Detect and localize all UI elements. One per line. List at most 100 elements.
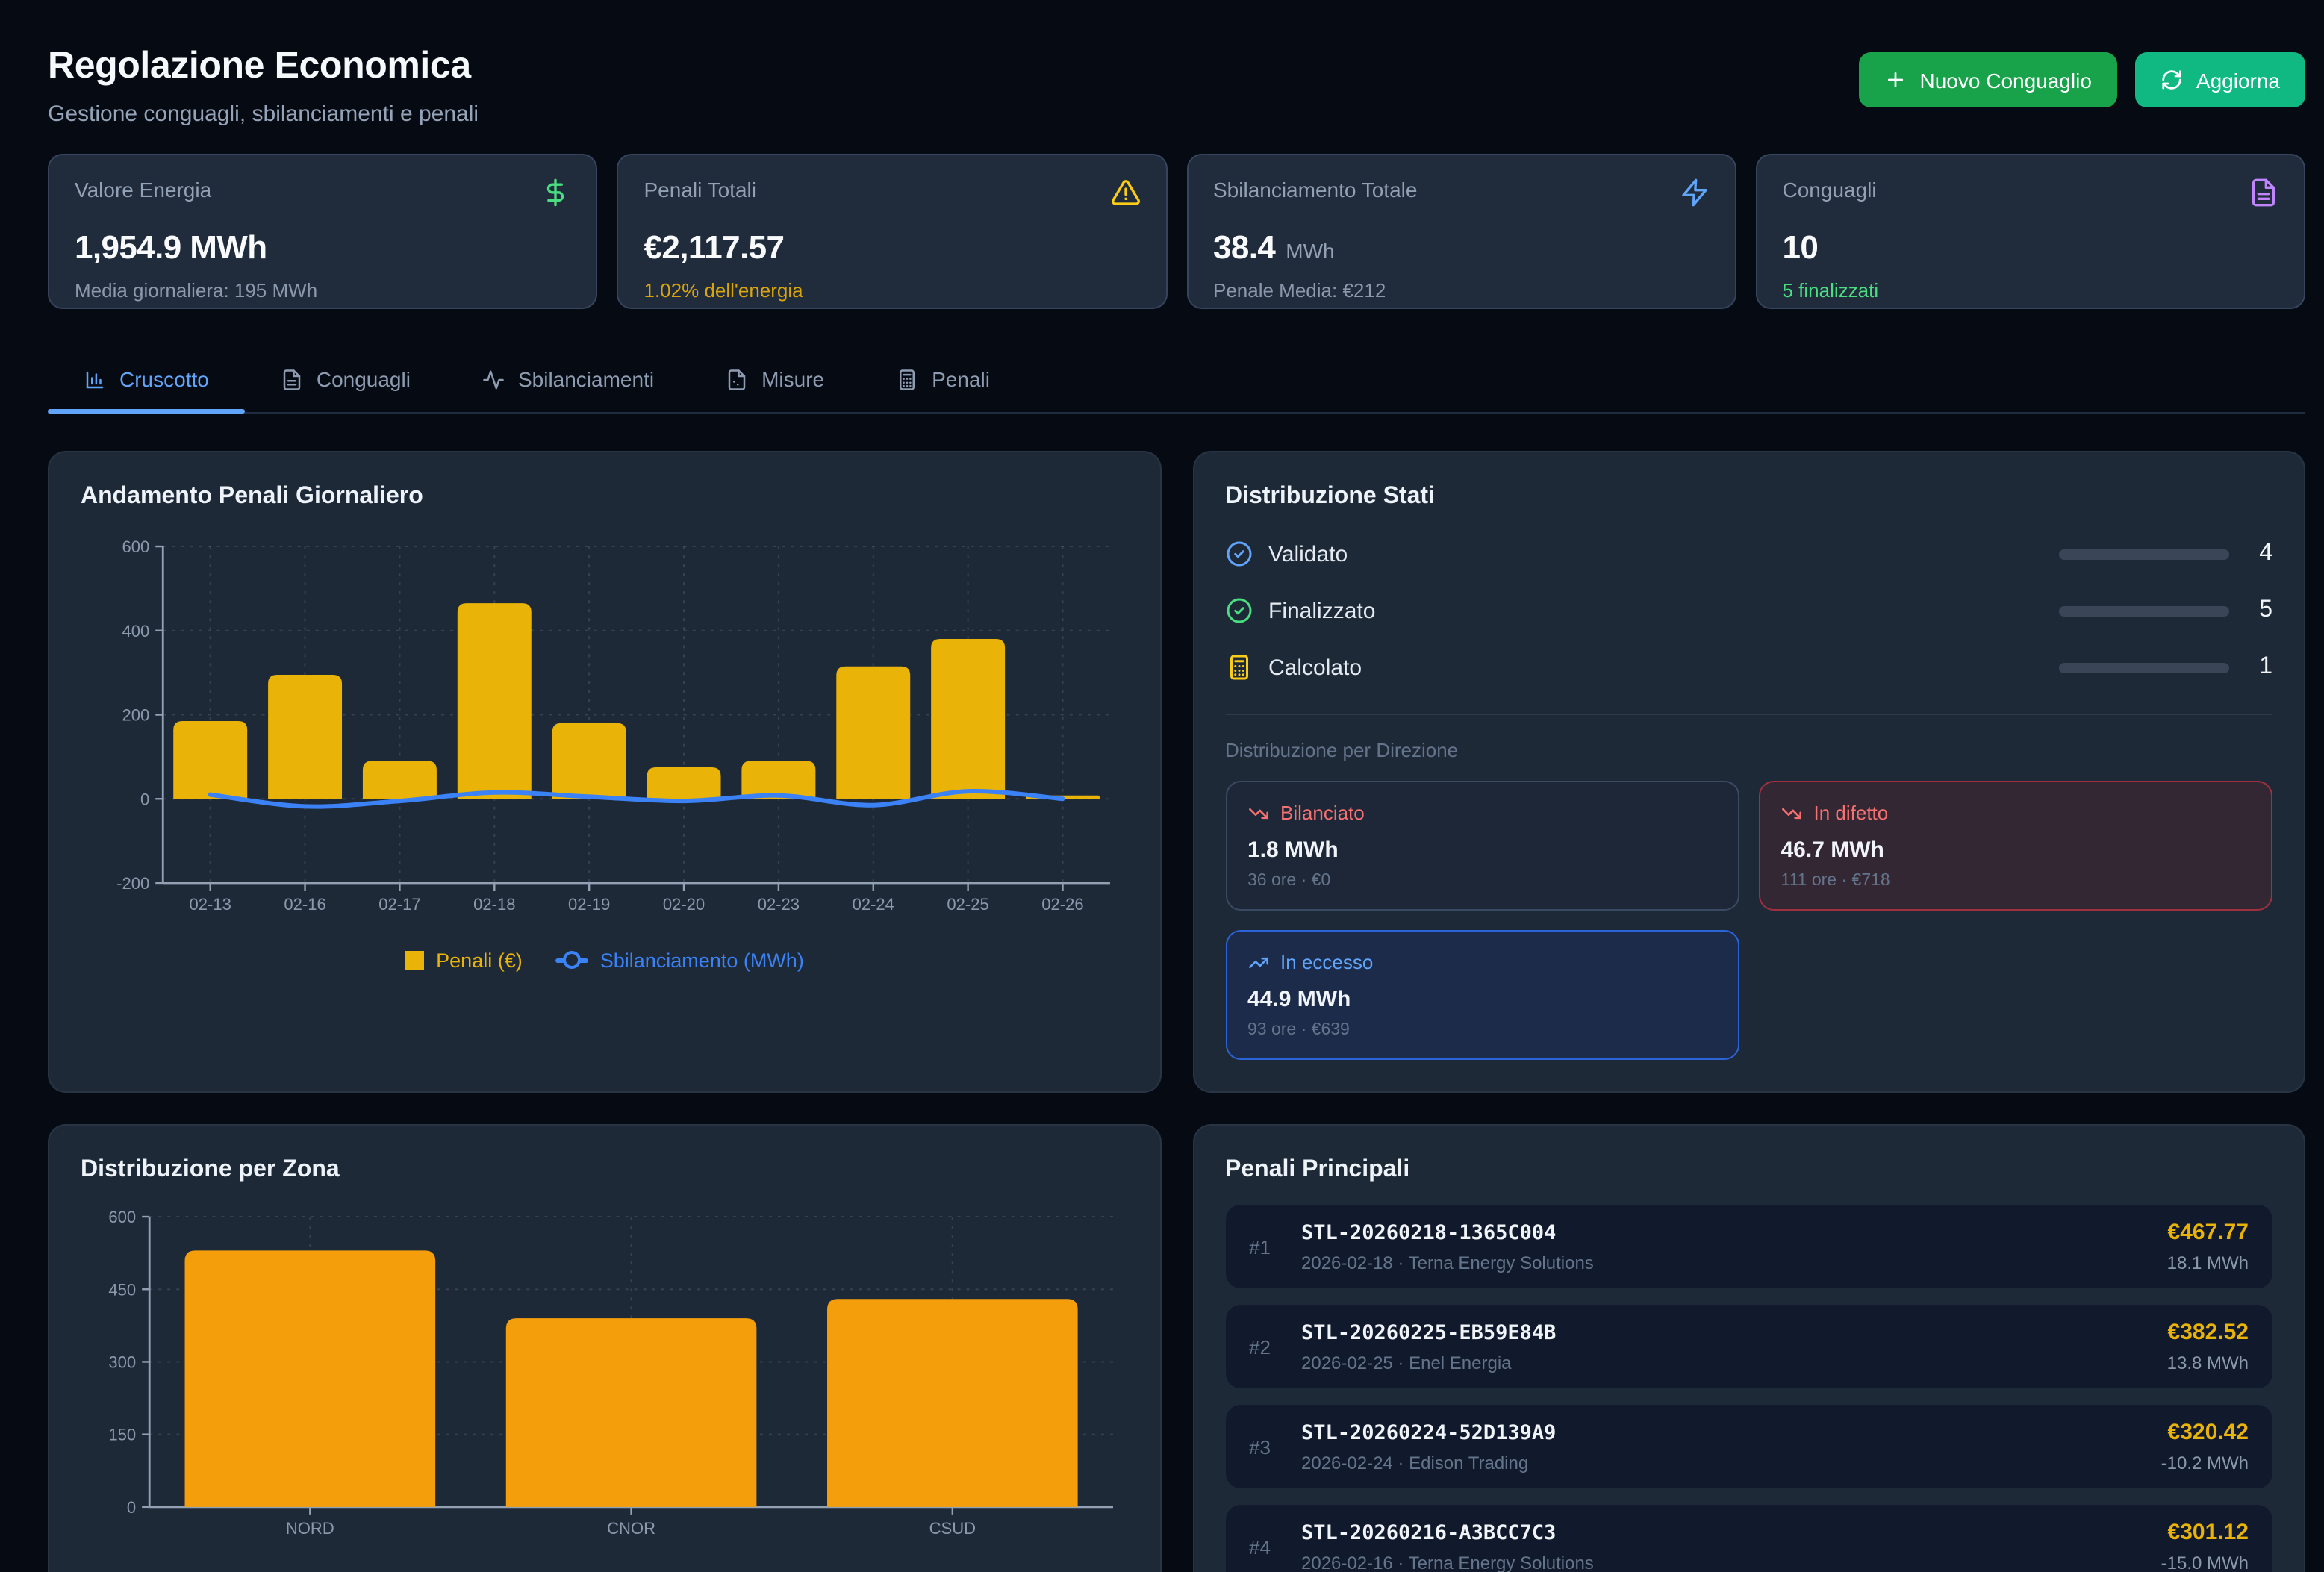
main-grid: Andamento Penali Giornaliero -200 0 200 400… bbox=[48, 451, 2305, 1572]
refresh-button[interactable]: Aggiorna bbox=[2135, 52, 2305, 107]
svg-text:02-18: 02-18 bbox=[473, 895, 515, 914]
svg-text:600: 600 bbox=[108, 1208, 136, 1226]
stato-label: Validato bbox=[1268, 541, 2043, 567]
svg-text:02-20: 02-20 bbox=[663, 895, 705, 914]
stat-value: 10 bbox=[1783, 228, 1819, 267]
tab-label: Cruscotto bbox=[119, 367, 209, 391]
penalty-meta: 2026-02-24 · Edison Trading bbox=[1301, 1452, 2142, 1473]
stato-count: 1 bbox=[2246, 654, 2272, 681]
stat-value: 38.4 bbox=[1213, 228, 1275, 267]
svg-text:NORD: NORD bbox=[286, 1519, 334, 1538]
svg-text:02-24: 02-24 bbox=[853, 895, 894, 914]
activity-icon bbox=[482, 368, 505, 390]
alert-triangle-icon bbox=[1110, 178, 1140, 215]
direzione-sub: 111 ore · €718 bbox=[1781, 872, 2251, 890]
penalty-code: STL-20260224-52D139A9 bbox=[1301, 1420, 2142, 1444]
direzione-grid: Bilanciato 1.8 MWh 36 ore · €0 In difett… bbox=[1225, 781, 2272, 1060]
svg-text:02-17: 02-17 bbox=[378, 895, 420, 914]
legend-line-swatch bbox=[555, 958, 588, 962]
penalty-row[interactable]: #1 STL-20260218-1365C004 2026-02-18 · Te… bbox=[1225, 1205, 2272, 1288]
tab-conguagli[interactable]: Conguagli bbox=[245, 349, 446, 412]
stato-row-finalizzato: Finalizzato 5 bbox=[1225, 597, 2272, 624]
progress-track bbox=[2059, 549, 2229, 559]
new-conguaglio-button[interactable]: Nuovo Conguaglio bbox=[1859, 52, 2117, 107]
refresh-icon bbox=[2161, 69, 2183, 91]
svg-text:02-25: 02-25 bbox=[947, 895, 988, 914]
penalty-meta: 2026-02-18 · Terna Energy Solutions bbox=[1301, 1252, 2148, 1273]
direzione-sub: 36 ore · €0 bbox=[1247, 872, 1717, 890]
svg-text:-200: -200 bbox=[116, 874, 149, 893]
legend-bar-swatch bbox=[405, 950, 424, 970]
panel-title: Penali Principali bbox=[1225, 1157, 2272, 1184]
stato-row-calcolato: Calcolato 1 bbox=[1225, 654, 2272, 681]
penalty-amount: €320.42 bbox=[2161, 1420, 2249, 1445]
zona-chart: 0150300450600NORDCNORCSUD bbox=[81, 1205, 1128, 1546]
direzione-section: Distribuzione per Direzione Bilanciato 1… bbox=[1225, 714, 2272, 1060]
penalty-row[interactable]: #3 STL-20260224-52D139A9 2026-02-24 · Ed… bbox=[1225, 1405, 2272, 1488]
svg-text:300: 300 bbox=[108, 1353, 136, 1371]
trending-down-icon bbox=[1781, 802, 1802, 823]
tab-label: Penali bbox=[932, 367, 990, 391]
penali-giornaliero-chart: -200020040060002-1302-1602-1702-1802-190… bbox=[81, 531, 1128, 931]
header-actions: Nuovo Conguaglio Aggiorna bbox=[1859, 52, 2306, 107]
penalty-list: #1 STL-20260218-1365C004 2026-02-18 · Te… bbox=[1225, 1205, 2272, 1572]
calculator-icon bbox=[1225, 654, 1252, 681]
legend-item: Sbilanciamento (MWh) bbox=[555, 949, 804, 971]
svg-text:0: 0 bbox=[140, 790, 149, 808]
penalty-row[interactable]: #4 STL-20260216-A3BCC7C3 2026-02-16 · Te… bbox=[1225, 1505, 2272, 1572]
stat-value: 1,954.9 MWh bbox=[75, 228, 267, 267]
penalty-rank: #4 bbox=[1249, 1535, 1282, 1558]
direzione-label: In difetto bbox=[1814, 802, 1889, 824]
penalty-code: STL-20260218-1365C004 bbox=[1301, 1220, 2148, 1244]
svg-text:02-23: 02-23 bbox=[758, 895, 800, 914]
tab-misure[interactable]: Misure bbox=[690, 349, 860, 412]
direzione-label: Bilanciato bbox=[1280, 802, 1365, 824]
svg-text:200: 200 bbox=[122, 706, 149, 725]
panel-distribuzione-zona: Distribuzione per Zona 0150300450600NORD… bbox=[48, 1124, 1161, 1572]
panel-andamento-penali: Andamento Penali Giornaliero -200 0 200 400… bbox=[48, 451, 1161, 1093]
penalty-rank: #1 bbox=[1249, 1235, 1282, 1258]
trending-down-icon bbox=[1247, 802, 1268, 823]
penalty-row[interactable]: #2 STL-20260225-EB59E84B 2026-02-25 · En… bbox=[1225, 1305, 2272, 1388]
svg-text:CNOR: CNOR bbox=[607, 1519, 655, 1538]
svg-text:02-19: 02-19 bbox=[568, 895, 610, 914]
panel-title: Distribuzione Stati bbox=[1225, 484, 2272, 511]
stato-count: 4 bbox=[2246, 540, 2272, 567]
svg-text:400: 400 bbox=[122, 622, 149, 640]
file-icon bbox=[726, 368, 748, 390]
stat-sub: 5 finalizzati bbox=[1783, 279, 2279, 302]
stat-label: Valore Energia bbox=[75, 178, 211, 202]
stat-value: €2,117.57 bbox=[644, 228, 785, 267]
svg-text:02-16: 02-16 bbox=[284, 895, 325, 914]
page-subtitle: Gestione conguagli, sbilanciamenti e pen… bbox=[48, 102, 479, 127]
penalty-amount: €301.12 bbox=[2161, 1520, 2249, 1545]
penalty-mwh: 18.1 MWh bbox=[2167, 1253, 2249, 1273]
legend-item: Penali (€) bbox=[405, 949, 523, 971]
direzione-card-in-difetto: In difetto 46.7 MWh 111 ore · €718 bbox=[1759, 781, 2273, 911]
penalty-mwh: 13.8 MWh bbox=[2167, 1353, 2249, 1373]
trending-up-icon bbox=[1247, 952, 1268, 973]
stat-label: Penali Totali bbox=[644, 178, 757, 202]
penalty-rank: #2 bbox=[1249, 1335, 1282, 1358]
svg-text:150: 150 bbox=[108, 1426, 136, 1444]
file-text-icon bbox=[2249, 178, 2278, 215]
tab-sbilanciamenti[interactable]: Sbilanciamenti bbox=[446, 349, 690, 412]
progress-track bbox=[2059, 605, 2229, 616]
stat-label: Sbilanciamento Totale bbox=[1213, 178, 1417, 202]
stato-label: Calcolato bbox=[1268, 655, 2043, 680]
penalty-meta: 2026-02-16 · Terna Energy Solutions bbox=[1301, 1552, 2142, 1572]
tab-cruscotto[interactable]: Cruscotto bbox=[48, 349, 245, 412]
svg-text:600: 600 bbox=[122, 537, 149, 556]
panel-title: Andamento Penali Giornaliero bbox=[81, 484, 1128, 511]
penalty-meta: 2026-02-25 · Enel Energia bbox=[1301, 1352, 2148, 1373]
zap-icon bbox=[1680, 178, 1710, 215]
direzione-card-bilanciato: Bilanciato 1.8 MWh 36 ore · €0 bbox=[1225, 781, 1739, 911]
tab-penali[interactable]: Penali bbox=[860, 349, 1026, 412]
direzione-value: 1.8 MWh bbox=[1247, 838, 1717, 863]
tab-bar: Cruscotto Conguagli Sbilanciamenti Misur… bbox=[48, 349, 2305, 414]
file-text-icon bbox=[281, 368, 303, 390]
plus-icon bbox=[1884, 69, 1907, 91]
new-conguaglio-label: Nuovo Conguaglio bbox=[1920, 68, 2092, 92]
panel-distribuzione-stati: Distribuzione Stati Validato 4 Finalizza… bbox=[1192, 451, 2305, 1093]
penalty-mwh: -15.0 MWh bbox=[2161, 1553, 2249, 1572]
